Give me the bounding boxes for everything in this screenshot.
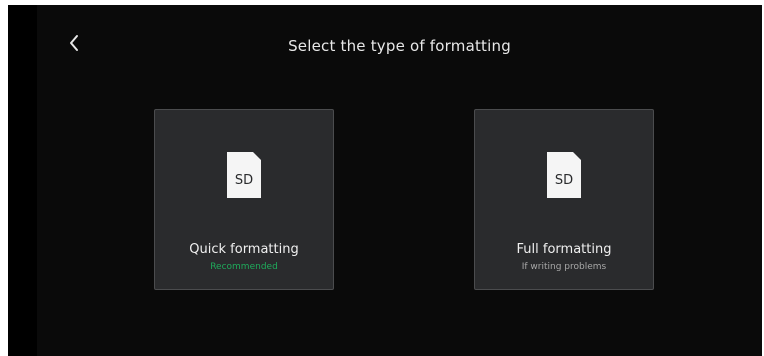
option-sublabel: If writing problems xyxy=(521,262,607,272)
option-sublabel: Recommended xyxy=(210,262,278,272)
option-label: Full formatting xyxy=(516,242,612,257)
full-formatting-option[interactable]: SD Full formatting If writing problems xyxy=(474,109,654,290)
sd-icon-text: SD xyxy=(555,173,573,188)
page-title: Select the type of formatting xyxy=(288,37,511,55)
sd-card-icon: SD xyxy=(547,152,581,198)
sd-icon-text: SD xyxy=(235,173,253,188)
left-edge-strip xyxy=(8,5,37,356)
sd-card-icon: SD xyxy=(227,152,261,198)
app-screen: Select the type of formatting SD Quick f… xyxy=(8,5,762,356)
quick-formatting-option[interactable]: SD Quick formatting Recommended xyxy=(154,109,334,290)
option-label: Quick formatting xyxy=(189,242,299,257)
